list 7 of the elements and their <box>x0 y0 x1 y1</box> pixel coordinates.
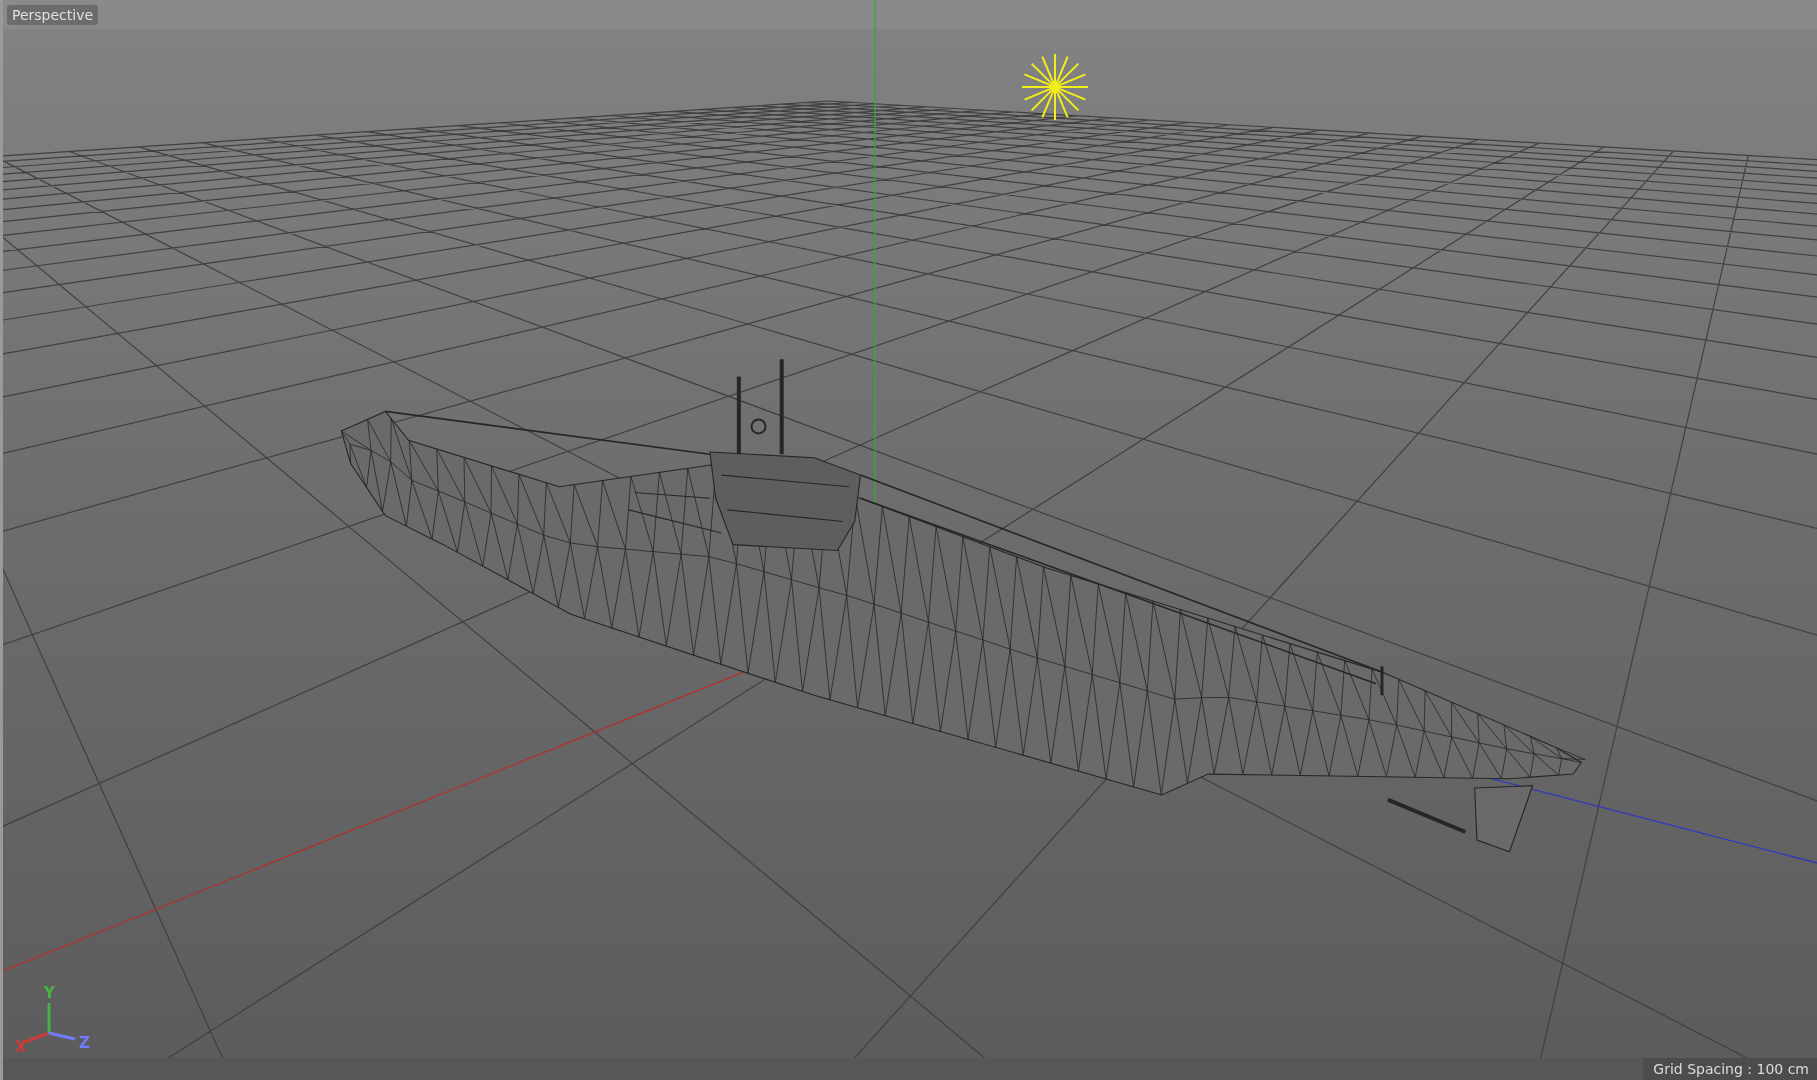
grid-spacing-label: Grid Spacing : 100 cm <box>1643 1058 1817 1080</box>
view-label[interactable]: Perspective <box>7 5 99 25</box>
axis-label: Y <box>44 984 55 1002</box>
perspective-viewport[interactable]: Perspective X Y Z <box>0 0 1817 1058</box>
axis-label: Z <box>79 1034 90 1052</box>
light-source-icon[interactable] <box>1021 53 1089 121</box>
axis-label: X <box>15 1038 27 1056</box>
